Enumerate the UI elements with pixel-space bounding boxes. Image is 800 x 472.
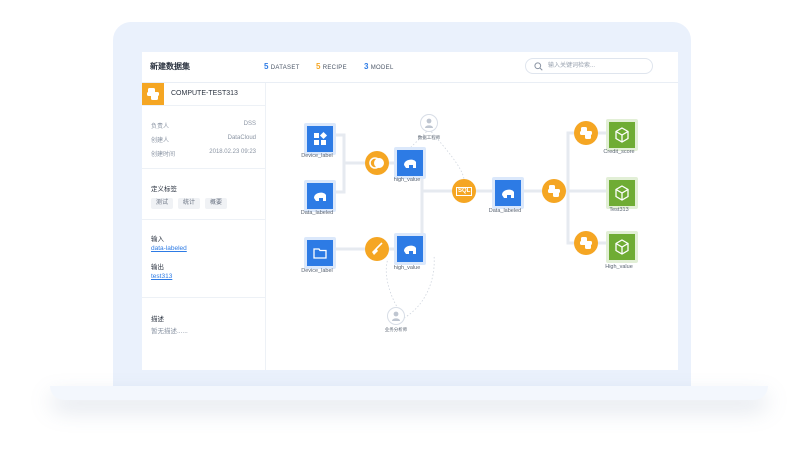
python-recipe-mid[interactable] (542, 179, 566, 203)
recipe-sql-node[interactable]: SQL (452, 179, 476, 203)
meta-owner-label: 负责人 (151, 124, 170, 130)
node-label: High_value (605, 264, 633, 270)
node-label: high_value (393, 177, 421, 183)
top-bar: 新建数据集 5 DATASET 5 RECIPE 3 MODEL (142, 52, 678, 83)
meta-section: 负责人 DSS 创建人 DataCloud 创建时间 2018.02.23 09… (142, 106, 265, 169)
meta-owner-value: DSS (243, 121, 256, 127)
stat-model-count: 3 (364, 62, 369, 71)
search-box[interactable] (525, 58, 653, 74)
person-icon (392, 311, 400, 321)
project-name: COMPUTE-TEST313 (171, 90, 238, 97)
role-label-engineer: 数据工程师 (417, 135, 441, 140)
elephant-icon (502, 189, 514, 198)
tag-list: 测试 统计 概要 (151, 198, 261, 209)
stat-recipe-count: 5 (316, 62, 321, 71)
page-title: 新建数据集 (150, 62, 190, 71)
node-high-value-1[interactable] (394, 147, 426, 179)
stat-dataset[interactable]: 5 DATASET (264, 62, 300, 71)
elephant-icon (314, 192, 326, 201)
stat-model-label: MODEL (370, 65, 394, 71)
node-test313[interactable] (606, 177, 638, 209)
stat-recipe[interactable]: 5 RECIPE (316, 62, 347, 71)
meta-creator-label: 创建人 (151, 138, 170, 144)
user-avatar-engineer[interactable] (420, 114, 438, 132)
python-recipe-bottom[interactable] (574, 231, 598, 255)
python-recipe-top[interactable] (574, 121, 598, 145)
join-icon (369, 157, 384, 169)
node-data-labeled-2[interactable] (492, 177, 524, 209)
desc-title: 描述 (151, 316, 164, 323)
meta-owner: 负责人 DSS (151, 121, 256, 130)
project-header: COMPUTE-TEST313 (142, 83, 265, 106)
meta-creator-value: DataCloud (227, 135, 256, 141)
meta-time-value: 2018.02.23 09:23 (209, 149, 256, 155)
grid-icon (314, 131, 328, 145)
tag-item[interactable]: 测试 (151, 198, 174, 209)
stat-dataset-label: DATASET (270, 65, 300, 71)
meta-creator: 创建人 DataCloud (151, 135, 256, 144)
cube-icon (615, 127, 629, 143)
node-label: Data_labeled (488, 208, 522, 214)
laptop-base (50, 386, 768, 400)
broom-icon (372, 242, 383, 255)
project-icon (142, 83, 164, 105)
input-title: 输入 (151, 236, 164, 243)
io-section: 输入 data-labeled 输出 test313 (142, 220, 265, 298)
user-avatar-analyst[interactable] (387, 307, 405, 325)
node-label: high_value (393, 265, 421, 271)
search-icon (534, 62, 543, 71)
python-icon (580, 237, 592, 249)
node-device-label-1[interactable] (304, 123, 336, 155)
python-icon (147, 88, 159, 100)
sidebar: COMPUTE-TEST313 负责人 DSS 创建人 DataCloud 创建… (142, 83, 266, 370)
role-label-analyst: 业务分析师 (384, 327, 408, 332)
node-label: Device_label (301, 268, 333, 274)
node-high-value-2[interactable] (394, 233, 426, 265)
node-label: Test313 (609, 207, 629, 213)
flow-canvas: Data_labeled Device_label high_value Dev… (266, 83, 678, 370)
meta-created-time: 创建时间 2018.02.23 09:23 (151, 149, 256, 158)
output-link[interactable]: test313 (151, 273, 172, 280)
tag-item[interactable]: 概要 (205, 198, 228, 209)
person-icon (425, 118, 433, 128)
node-label: Credit_score (603, 149, 635, 155)
meta-time-label: 创建时间 (151, 152, 176, 158)
elephant-icon (404, 159, 416, 168)
python-icon (580, 127, 592, 139)
tags-section: 定义标签 测试 统计 概要 (142, 169, 265, 220)
input-link[interactable]: data-labeled (151, 245, 187, 252)
stat-model[interactable]: 3 MODEL (364, 62, 394, 71)
output-title: 输出 (151, 264, 164, 271)
search-input[interactable] (548, 60, 646, 72)
cube-icon (615, 239, 629, 255)
tag-item[interactable]: 统计 (178, 198, 201, 209)
cube-icon (615, 185, 629, 201)
stat-dataset-count: 5 (264, 62, 269, 71)
node-data-labeled-1[interactable] (304, 180, 336, 212)
sql-badge: SQL (456, 187, 473, 196)
python-icon (548, 185, 560, 197)
tags-title: 定义标签 (151, 186, 177, 193)
recipe-clean-node[interactable] (365, 237, 389, 261)
node-device-label-2[interactable] (304, 237, 336, 269)
desc-section: 描述 暂无描述...... (142, 298, 265, 358)
desc-text: 暂无描述...... (151, 328, 188, 335)
elephant-icon (404, 245, 416, 254)
node-label: Device_label (301, 153, 333, 159)
node-credit-score[interactable] (606, 119, 638, 151)
node-label: Data_labeled (300, 210, 334, 216)
recipe-join-node[interactable] (365, 151, 389, 175)
node-high-value-3[interactable] (606, 231, 638, 263)
folder-icon (313, 248, 327, 259)
app-window: 新建数据集 5 DATASET 5 RECIPE 3 MODEL 输入关键词检索… (142, 52, 678, 370)
stat-recipe-label: RECIPE (322, 65, 347, 71)
